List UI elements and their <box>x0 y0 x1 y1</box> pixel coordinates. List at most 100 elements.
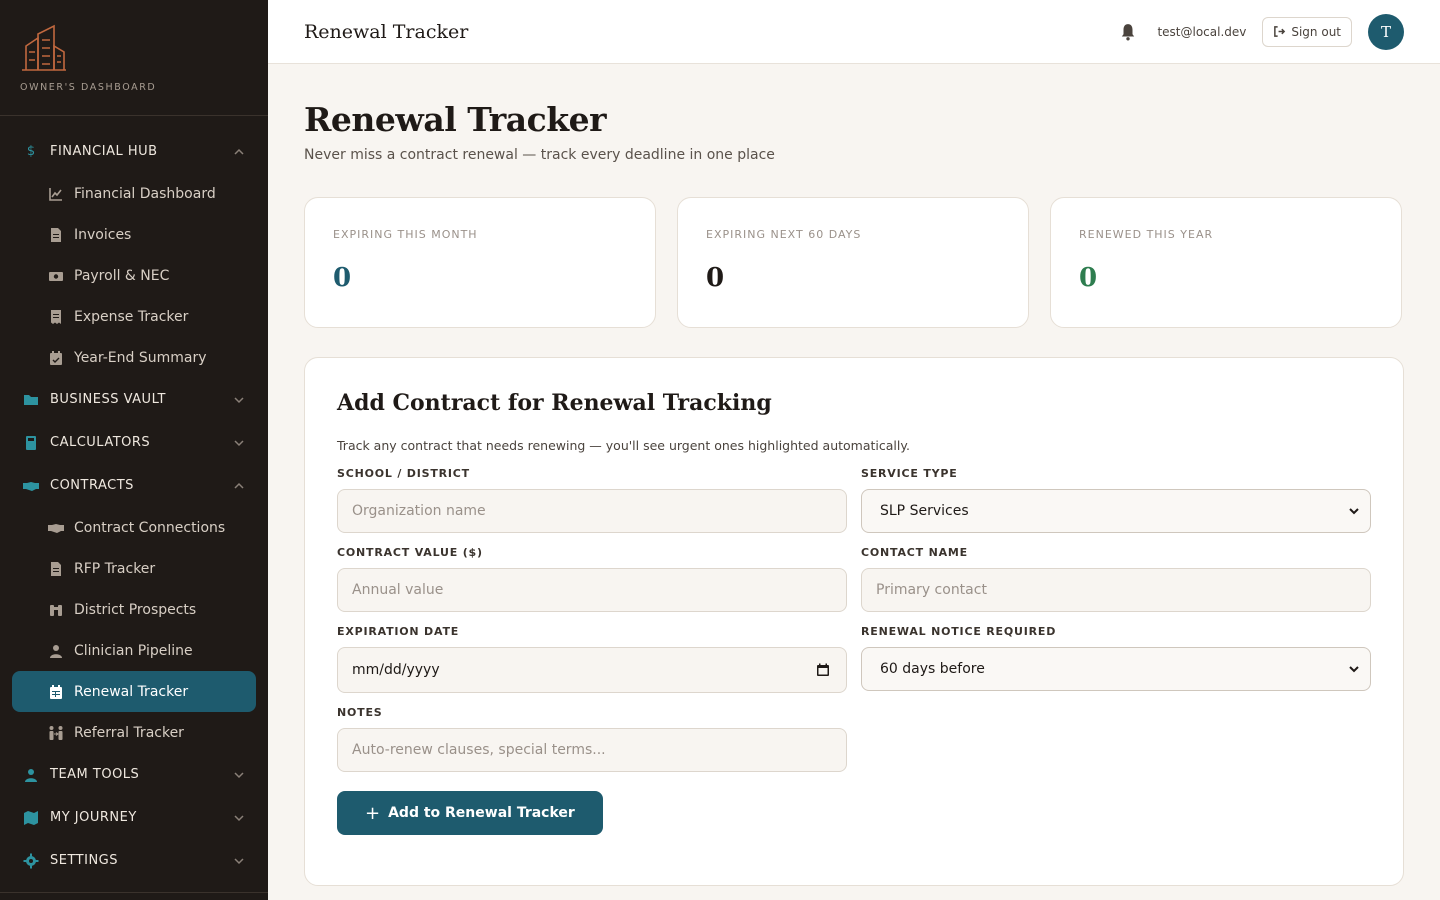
avatar[interactable]: T <box>1368 13 1404 50</box>
add-to-renewal-tracker-button[interactable]: + Add to Renewal Tracker <box>337 791 603 835</box>
expiration-date-placeholder: mm/dd/yyyy <box>352 662 440 678</box>
stat-card-expiring-next-60-days: EXPIRING NEXT 60 DAYS 0 <box>677 197 1029 328</box>
chevron-down-icon <box>1349 508 1359 515</box>
user-email: test@local.dev <box>1157 24 1247 39</box>
bell-icon[interactable] <box>1119 23 1137 41</box>
brand-text: OWNER'S DASHBOARD <box>20 82 157 93</box>
section-contracts[interactable]: CONTRACTS <box>0 464 268 507</box>
sidebar-item-label: Clinician Pipeline <box>74 642 193 659</box>
money-icon <box>49 271 63 281</box>
calendar-check-icon <box>50 350 62 365</box>
calculator-icon <box>26 435 36 450</box>
section-calculators[interactable]: CALCULATORS <box>0 421 268 464</box>
section-label: FINANCIAL HUB <box>50 144 158 159</box>
sidebar-item-year-end-summary[interactable]: Year-End Summary <box>12 337 256 378</box>
sign-out-button[interactable]: Sign out <box>1262 16 1352 47</box>
calendar-icon <box>50 684 62 699</box>
section-my-journey[interactable]: MY JOURNEY <box>0 796 268 839</box>
field-expiration-date: EXPIRATION DATE mm/dd/yyyy <box>337 625 847 693</box>
form-description: Track any contract that needs renewing —… <box>337 438 910 453</box>
sidebar-item-financial-dashboard[interactable]: Financial Dashboard <box>12 173 256 214</box>
sidebar-nav: $ FINANCIAL HUB Financial Dashboard Invo… <box>0 116 268 882</box>
school-placeholder: Organization name <box>352 503 486 519</box>
sidebar-item-label: Renewal Tracker <box>74 683 189 700</box>
section-team-tools[interactable]: TEAM TOOLS <box>0 753 268 796</box>
chevron-down-icon <box>234 814 244 821</box>
section-label: SETTINGS <box>50 853 119 868</box>
field-renewal-notice: RENEWAL NOTICE REQUIRED 60 days before <box>861 625 1371 693</box>
user-icon <box>50 644 62 658</box>
handshake-icon <box>48 523 64 533</box>
dollar-icon: $ <box>26 144 36 159</box>
contract-value-input[interactable]: Annual value <box>337 568 847 612</box>
sidebar-item-invoices[interactable]: Invoices <box>12 214 256 255</box>
field-notes: NOTES Auto-renew clauses, special terms.… <box>337 706 847 772</box>
section-financial-hub[interactable]: $ FINANCIAL HUB <box>0 130 268 173</box>
expiration-date-input[interactable]: mm/dd/yyyy <box>337 647 847 693</box>
gear-icon <box>23 853 39 868</box>
sidebar-item-rfp-tracker[interactable]: RFP Tracker <box>12 548 256 589</box>
field-contract-value: CONTRACT VALUE ($) Annual value <box>337 546 847 612</box>
sidebar-item-label: RFP Tracker <box>74 560 156 577</box>
file-icon <box>51 227 61 242</box>
section-label: TEAM TOOLS <box>50 767 140 782</box>
sidebar-item-clinician-pipeline[interactable]: Clinician Pipeline <box>12 630 256 671</box>
notes-input[interactable]: Auto-renew clauses, special terms... <box>337 728 847 772</box>
sidebar-item-label: Referral Tracker <box>74 724 184 741</box>
receipt-icon <box>51 309 61 324</box>
file-icon <box>51 561 61 576</box>
chevron-up-icon <box>234 148 244 155</box>
add-contract-form: Add Contract for Renewal Tracking Track … <box>304 357 1404 886</box>
plus-icon: + <box>365 802 381 824</box>
field-service-type: SERVICE TYPE SLP Services <box>861 467 1371 533</box>
service-type-select[interactable]: SLP Services <box>861 489 1371 533</box>
calendar-icon[interactable] <box>816 663 830 677</box>
map-icon <box>24 810 38 825</box>
sign-out-icon <box>1274 26 1286 37</box>
sidebar-item-label: District Prospects <box>74 601 197 618</box>
contact-name-label: CONTACT NAME <box>861 546 968 559</box>
chevron-down-icon <box>234 771 244 778</box>
notes-label: NOTES <box>337 706 383 719</box>
brand: OWNER'S DASHBOARD <box>0 0 268 116</box>
form-grid: SCHOOL / DISTRICT Organization name SERV… <box>337 467 1371 785</box>
sidebar-item-expense-tracker[interactable]: Expense Tracker <box>12 296 256 337</box>
chart-line-icon <box>49 187 62 201</box>
stat-card-renewed-this-year: RENEWED THIS YEAR 0 <box>1050 197 1402 328</box>
section-business-vault[interactable]: BUSINESS VAULT <box>0 378 268 421</box>
sidebar-item-district-prospects[interactable]: District Prospects <box>12 589 256 630</box>
sidebar-divider <box>0 892 268 893</box>
page-title: Renewal Tracker <box>304 100 607 139</box>
stat-card-expiring-this-month: EXPIRING THIS MONTH 0 <box>304 197 656 328</box>
chevron-down-icon <box>1349 666 1359 673</box>
sidebar-item-referral-tracker[interactable]: Referral Tracker <box>12 712 256 753</box>
school-input[interactable]: Organization name <box>337 489 847 533</box>
sidebar-item-payroll[interactable]: Payroll & NEC <box>12 255 256 296</box>
submit-label: Add to Renewal Tracker <box>388 805 575 821</box>
expiration-date-label: EXPIRATION DATE <box>337 625 460 638</box>
sign-out-label: Sign out <box>1291 24 1341 39</box>
contract-value-label: CONTRACT VALUE ($) <box>337 546 483 559</box>
stat-label: EXPIRING NEXT 60 DAYS <box>706 228 862 241</box>
sidebar-item-renewal-tracker[interactable]: Renewal Tracker <box>12 671 256 712</box>
sidebar-item-label: Contract Connections <box>74 519 226 536</box>
sidebar-item-label: Payroll & NEC <box>74 267 170 284</box>
section-label: BUSINESS VAULT <box>50 392 166 407</box>
people-arrows-icon <box>49 725 63 740</box>
page-subtitle: Never miss a contract renewal — track ev… <box>304 147 775 163</box>
sidebar-item-contract-connections[interactable]: Contract Connections <box>12 507 256 548</box>
stat-value: 0 <box>706 263 725 293</box>
chevron-up-icon <box>234 482 244 489</box>
main-content: Renewal Tracker Never miss a contract re… <box>304 64 1404 886</box>
sidebar-item-label: Expense Tracker <box>74 308 189 325</box>
top-header: Renewal Tracker test@local.dev Sign out … <box>268 0 1440 64</box>
service-type-value: SLP Services <box>880 503 969 519</box>
form-title: Add Contract for Renewal Tracking <box>337 390 772 416</box>
sidebar-item-label: Invoices <box>74 226 132 243</box>
section-settings[interactable]: SETTINGS <box>0 839 268 882</box>
renewal-notice-select[interactable]: 60 days before <box>861 647 1371 691</box>
renewal-notice-label: RENEWAL NOTICE REQUIRED <box>861 625 1057 638</box>
school-label: SCHOOL / DISTRICT <box>337 467 470 480</box>
stat-label: EXPIRING THIS MONTH <box>333 228 478 241</box>
contact-name-input[interactable]: Primary contact <box>861 568 1371 612</box>
